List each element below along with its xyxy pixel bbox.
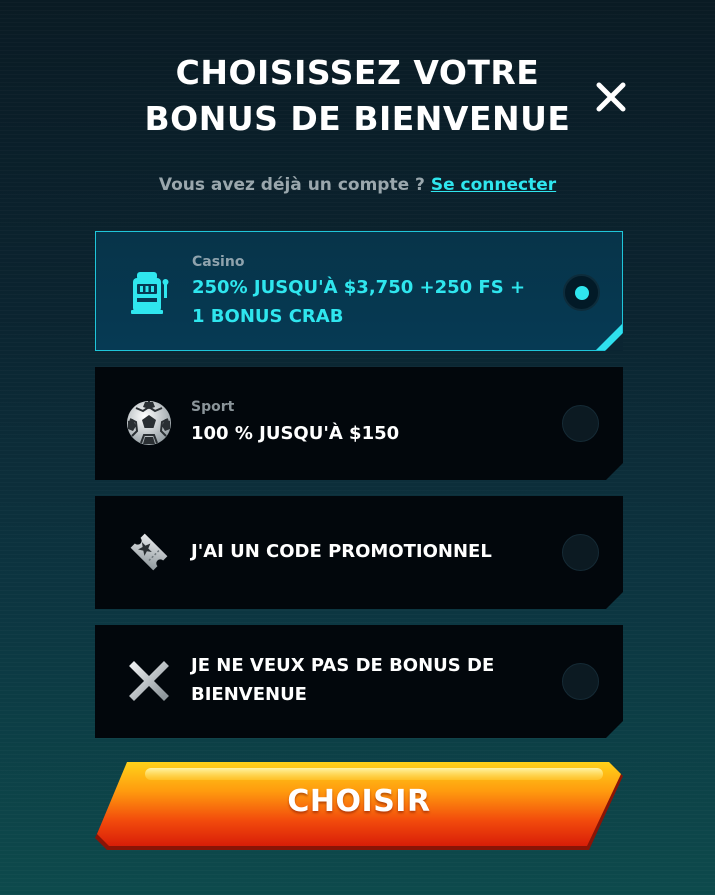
login-prompt: Vous avez déjà un compte ? Se connecter bbox=[0, 175, 715, 195]
option-label: J'AI UN CODE PROMOTIONNEL bbox=[191, 541, 492, 562]
bonus-option-no-bonus[interactable]: JE NE VEUX PAS DE BONUS DE BIENVENUE bbox=[95, 625, 623, 738]
corner-cut bbox=[605, 333, 623, 351]
radio-unselected[interactable] bbox=[562, 663, 599, 700]
soccer-ball-icon bbox=[125, 399, 173, 447]
choose-button-label: CHOISIR bbox=[287, 784, 431, 819]
close-button[interactable] bbox=[592, 78, 630, 116]
option-label: 100 % JUSQU'À $150 bbox=[191, 423, 400, 444]
option-category: Casino bbox=[192, 254, 245, 270]
login-link[interactable]: Se connecter bbox=[431, 175, 556, 195]
radio-unselected[interactable] bbox=[562, 405, 599, 442]
option-label: JE NE VEUX PAS DE BONUS DE BIENVENUE bbox=[191, 655, 495, 705]
bonus-option-promo-code[interactable]: J'AI UN CODE PROMOTIONNEL bbox=[95, 496, 623, 609]
ticket-icon bbox=[125, 528, 173, 576]
option-category: Sport bbox=[191, 399, 235, 415]
bonus-option-casino[interactable]: Casino 250% JUSQU'À $3,750 +250 FS + 1 B… bbox=[95, 231, 623, 351]
option-label: 250% JUSQU'À $3,750 +250 FS + 1 BONUS CR… bbox=[192, 277, 526, 327]
choose-button[interactable]: CHOISIR bbox=[95, 762, 623, 854]
close-icon bbox=[596, 82, 626, 112]
login-prompt-text: Vous avez déjà un compte ? bbox=[158, 175, 425, 195]
slot-machine-icon bbox=[126, 268, 174, 316]
bonus-option-sport[interactable]: Sport 100 % JUSQU'À $150 bbox=[95, 367, 623, 480]
radio-unselected[interactable] bbox=[562, 534, 599, 571]
x-icon bbox=[125, 657, 173, 705]
radio-selected[interactable] bbox=[563, 274, 600, 311]
